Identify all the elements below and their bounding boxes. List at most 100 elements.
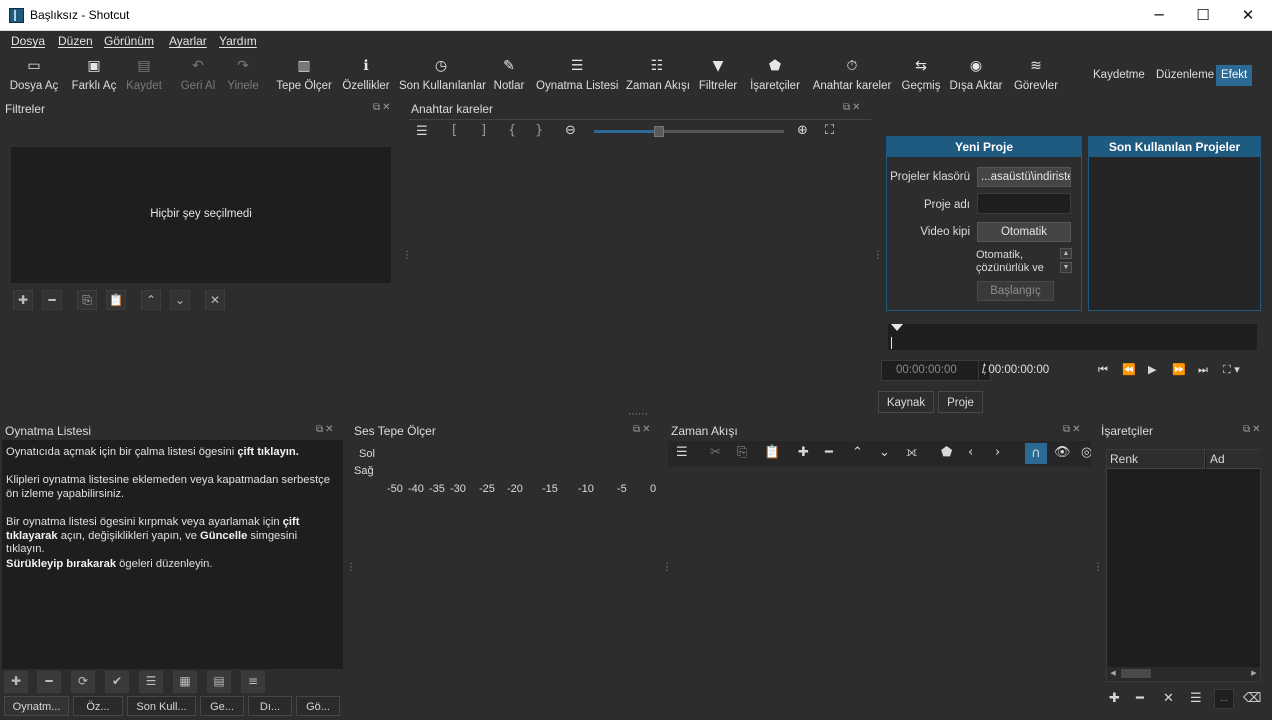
zoom-out-icon[interactable]: ⊖ — [565, 123, 576, 138]
markers-dock-buttons[interactable]: ⧉✕ — [1243, 424, 1263, 435]
scroll-up-icon[interactable]: ▲ — [1060, 248, 1072, 259]
layout-editing-button[interactable]: Düzenleme — [1151, 65, 1219, 86]
playlist-remove-button[interactable]: ━ — [37, 671, 61, 693]
add-filter-button[interactable]: ✚ — [13, 290, 33, 310]
markers-table[interactable]: Renk Ad ◀ ▶ — [1106, 449, 1261, 682]
marker-search-field[interactable]: ... — [1214, 689, 1234, 709]
zoom-menu-icon[interactable]: ⛶ ▾ — [1223, 363, 1240, 377]
append-icon[interactable]: ✚ — [798, 445, 809, 460]
close-button[interactable]: ✕ — [1225, 0, 1271, 30]
timeline-dock-buttons[interactable]: ⧉✕ — [1063, 424, 1083, 435]
filters-button[interactable]: ▼ Filtreler — [697, 56, 739, 96]
zoom-in-icon[interactable]: ⊕ — [797, 123, 808, 138]
ripple-icon[interactable]: ◎ — [1081, 445, 1091, 460]
playlist-icons-view-button[interactable]: ▤ — [207, 671, 231, 693]
notes-button[interactable]: ✎ Notlar — [490, 56, 528, 96]
properties-button[interactable]: ℹ Özellikler — [342, 56, 390, 96]
cut-icon[interactable]: ✂ — [710, 445, 721, 460]
playlist-dock-buttons[interactable]: ⧉✕ — [316, 424, 336, 435]
skip-next-icon[interactable]: ⏭ — [1198, 363, 1208, 377]
video-mode-select[interactable]: Otomatik — [977, 222, 1071, 242]
splitter-handle[interactable]: ⋮ — [873, 250, 883, 261]
open-file-button[interactable]: ▭ Dosya Aç — [8, 56, 60, 96]
rewind-icon[interactable]: ⏪ — [1122, 363, 1136, 376]
menu-settings[interactable]: Ayarlar — [169, 34, 207, 48]
scrub-icon[interactable]: 👁 — [1054, 445, 1071, 460]
playlist-add-button[interactable]: ✚ — [4, 671, 28, 693]
paste-icon[interactable]: 📋 — [764, 445, 780, 460]
lift-icon[interactable]: ⌃ — [852, 445, 863, 460]
splitter-handle[interactable]: ⋮ — [346, 562, 356, 573]
bottom-tab-playlist[interactable]: Oynatm... — [4, 696, 69, 716]
copy-filter-button[interactable]: ⎘ — [77, 290, 97, 310]
keyframes-menu-icon[interactable]: ☰ — [416, 124, 428, 139]
horizontal-scrollbar[interactable]: ◀ ▶ — [1107, 667, 1260, 681]
set-in-icon[interactable]: [ — [452, 123, 457, 138]
layout-effects-button[interactable]: Efekt — [1216, 65, 1253, 86]
menu-file[interactable]: Dosya — [11, 34, 45, 48]
playlist-details-view-button[interactable]: ☰ — [139, 671, 163, 693]
markers-button[interactable]: ⬟ İşaretçiler — [748, 56, 802, 96]
save-button[interactable]: ▤ Kaydet — [122, 56, 166, 96]
splitter-handle[interactable]: ⋮ — [1093, 562, 1103, 573]
playlist-button[interactable]: ☰ Oynatma Listesi — [536, 56, 618, 96]
open-other-button[interactable]: ▣ Farklı Aç — [68, 56, 120, 96]
playlist-area[interactable]: Oynatıcıda açmak için bir çalma listesi … — [2, 440, 343, 669]
start-button[interactable]: Başlangıç — [977, 281, 1054, 301]
timeline-button[interactable]: ☷ Zaman Akışı — [626, 56, 690, 96]
tab-project[interactable]: Proje — [938, 391, 983, 413]
seek-prev-icon[interactable]: { — [508, 123, 516, 138]
splitter-handle[interactable]: ⋯⋯ — [628, 409, 648, 420]
scroll-down-icon[interactable]: ▼ — [1060, 262, 1072, 273]
marker-clear-button[interactable]: ✕ — [1163, 691, 1174, 706]
tab-source[interactable]: Kaynak — [878, 391, 934, 413]
player-scrubber[interactable] — [888, 324, 1257, 350]
filters-dock-buttons[interactable]: ⧉✕ — [373, 102, 393, 113]
maximize-button[interactable]: ☐ — [1180, 0, 1226, 30]
zoom-fit-icon[interactable]: ⛶ — [825, 123, 834, 138]
move-up-button[interactable]: ⌃ — [141, 290, 161, 310]
audio-meter-dock-buttons[interactable]: ⧉✕ — [633, 424, 653, 435]
timecode-input[interactable]: 00:00:00:00 ▲ ▼ — [881, 360, 991, 381]
zoom-slider[interactable] — [594, 126, 784, 137]
jobs-button[interactable]: ≋ Görevler — [1012, 56, 1060, 96]
layout-logging-button[interactable]: Kaydetme — [1088, 65, 1150, 86]
column-header-name[interactable]: Ad — [1206, 450, 1261, 469]
bottom-tab-jobs[interactable]: Gö... — [296, 696, 340, 716]
minimize-button[interactable]: ─ — [1136, 0, 1182, 30]
marker-next-icon[interactable]: › — [995, 445, 1000, 460]
bottom-tab-recent[interactable]: Son Kull... — [127, 696, 196, 716]
deselect-button[interactable]: ✕ — [205, 290, 225, 310]
copy-icon[interactable]: ⎘ — [737, 445, 747, 460]
splitter-handle[interactable]: ⋮ — [662, 562, 672, 573]
fast-forward-icon[interactable]: ⏩ — [1172, 363, 1186, 376]
bottom-tab-export[interactable]: Dı... — [248, 696, 292, 716]
column-header-color[interactable]: Renk — [1107, 450, 1205, 469]
play-icon[interactable]: ▶ — [1148, 363, 1156, 376]
playlist-menu-button[interactable]: ≡ — [241, 671, 265, 693]
snap-icon[interactable]: ∩ — [1025, 443, 1047, 464]
remove-icon[interactable]: ━ — [825, 445, 833, 460]
move-down-button[interactable]: ⌄ — [170, 290, 190, 310]
marker-add-button[interactable]: ✚ — [1109, 691, 1120, 706]
marker-menu-button[interactable]: ☰ — [1190, 691, 1202, 706]
bottom-tab-properties[interactable]: Öz... — [73, 696, 123, 716]
redo-button[interactable]: ↷ Yinele — [224, 56, 262, 96]
playlist-update-button[interactable]: ⟳ — [71, 671, 95, 693]
peak-meter-button[interactable]: ▥ Tepe Ölçer — [275, 56, 333, 96]
seek-next-icon[interactable]: } — [535, 123, 543, 138]
export-button[interactable]: ◉ Dışa Aktar — [949, 56, 1003, 96]
paste-filter-button[interactable]: 📋 — [106, 290, 126, 310]
remove-filter-button[interactable]: ━ — [42, 290, 62, 310]
undo-button[interactable]: ↶ Geri Al — [178, 56, 218, 96]
menu-view[interactable]: Görünüm — [104, 34, 154, 48]
keyframes-dock-buttons[interactable]: ⧉✕ — [843, 102, 863, 113]
skip-previous-icon[interactable]: ⏮ — [1098, 363, 1108, 377]
set-out-icon[interactable]: ] — [481, 123, 486, 138]
projects-folder-button[interactable]: ...asaüstü\indiriste — [977, 167, 1071, 187]
playlist-check-button[interactable]: ✔ — [105, 671, 129, 693]
project-name-input[interactable] — [977, 193, 1071, 214]
marker-clear-search-icon[interactable]: ⌫ — [1243, 691, 1261, 706]
marker-remove-button[interactable]: ━ — [1136, 691, 1144, 706]
timeline-menu-icon[interactable]: ☰ — [676, 445, 688, 460]
